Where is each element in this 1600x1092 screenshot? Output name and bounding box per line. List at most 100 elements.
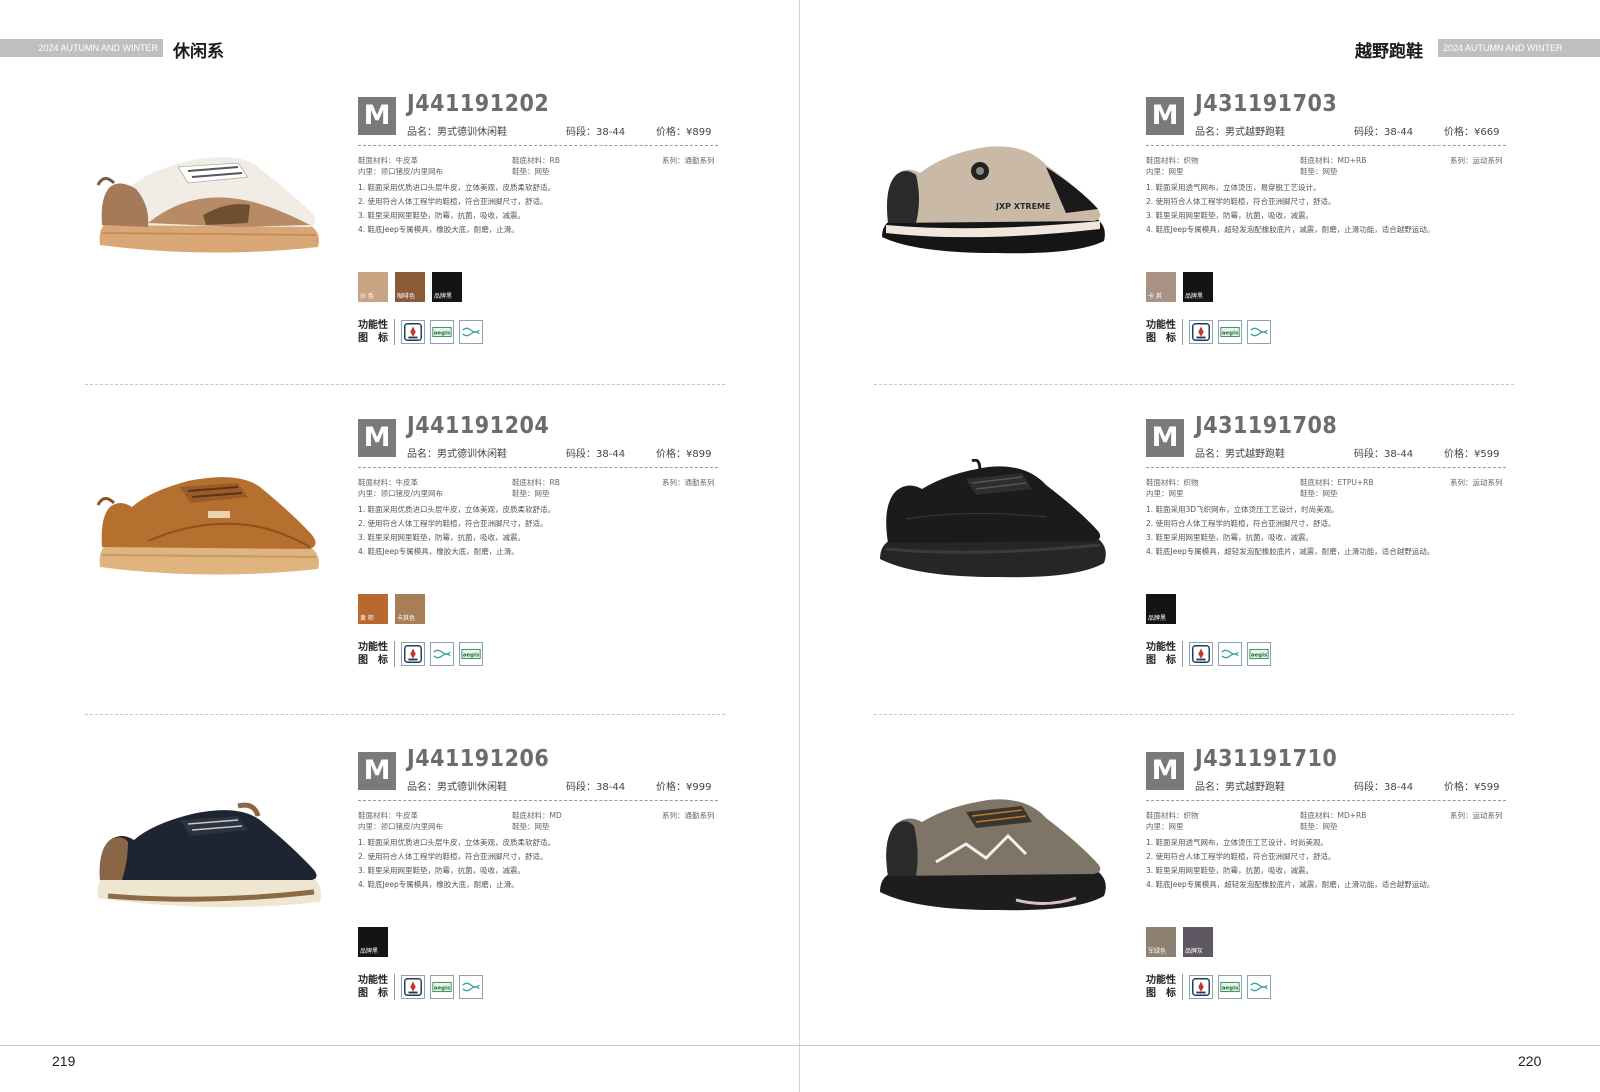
feature-list: 1. 鞋面采用优质进口头层牛皮，立体美观，皮质柔软舒适。 2. 使用符合人体工程… <box>358 503 555 559</box>
feature-item: 1. 鞋面采用优质进口头层牛皮，立体美观，皮质柔软舒适。 <box>358 183 556 192</box>
feature-item: 3. 鞋里采用网里鞋垫，防霉，抗菌，吸收，减震。 <box>1146 533 1314 542</box>
color-swatch[interactable]: 卡其色 <box>395 594 425 624</box>
color-swatch[interactable]: 咖啡色 <box>395 272 425 302</box>
aegis-icon: aegis <box>430 975 454 999</box>
spec-lining: 内里：领口猪皮/内里网布 <box>358 822 444 831</box>
page-number-right: 220 <box>1518 1053 1542 1069</box>
spec-sole: 鞋底材料：MD+RB <box>1300 156 1367 165</box>
quality-cert-icon <box>1189 642 1213 666</box>
function-label: 功能性图 标 <box>1146 642 1176 666</box>
color-label: 军绿色 <box>1148 948 1167 955</box>
product-size-range: 码段：38-44 <box>566 127 626 138</box>
aegis-icon: aegis <box>1218 975 1242 999</box>
color-label: 品牌灰 <box>1185 948 1204 955</box>
casual-sneaker-beige-white-icon <box>96 157 319 253</box>
casual-sneaker-tan-suede-icon <box>96 477 319 575</box>
product-price: 价格：¥899 <box>656 449 712 460</box>
svg-text:aegis: aegis <box>434 985 451 991</box>
feature-list: 1. 鞋面采用透气网布，立体烫压工艺设计，时尚美观。 2. 使用符合人体工程学的… <box>1146 836 1434 892</box>
product-code: J431191703 <box>1195 91 1338 117</box>
feature-item: 4. 鞋底Jeep专属模具，超轻发泡配橡胶底片，减震，耐磨，止滑功能，适合越野运… <box>1146 225 1435 234</box>
product-code: J431191708 <box>1195 413 1338 439</box>
product-size-range: 码段：38-44 <box>1354 127 1414 138</box>
spec-upper: 鞋面材料：牛皮革 <box>358 478 418 487</box>
color-swatch[interactable]: 品牌黑 <box>358 927 388 957</box>
header-season-bar-left: 2024 AUTUMN AND WINTER <box>0 39 163 57</box>
color-swatch[interactable]: 黄 棕 <box>358 594 388 624</box>
trail-runner-black-knit-icon <box>880 459 1106 578</box>
spec-series: 系列：通勤系列 <box>662 156 715 165</box>
gender-badge: M <box>1146 97 1184 135</box>
function-separator <box>394 641 395 667</box>
feature-item: 2. 使用符合人体工程学的鞋楦，符合亚洲脚尺寸，舒适。 <box>358 852 548 861</box>
color-label: 品牌黑 <box>360 948 379 955</box>
wave-icon <box>459 975 483 999</box>
color-label: 咖啡色 <box>397 293 416 300</box>
feature-item: 2. 使用符合人体工程学的鞋楦，符合亚洲脚尺寸，舒适。 <box>1146 852 1336 861</box>
trail-runner-khaki-boa-icon: JXP XTREME <box>882 146 1105 254</box>
wave-icon <box>1247 320 1271 344</box>
feature-item: 4. 鞋底Jeep专属模具，超轻发泡配橡胶底片，减震，耐磨，止滑功能，适合越野运… <box>1146 547 1435 556</box>
product-name: 品名：男式越野跑鞋 <box>1195 782 1285 793</box>
spec-sole: 鞋底材料：MD+RB <box>1300 811 1367 820</box>
function-label: 功能性图 标 <box>1146 320 1176 344</box>
color-swatch[interactable]: 品牌黑 <box>1183 272 1213 302</box>
function-separator <box>394 974 395 1000</box>
function-separator <box>1182 974 1183 1000</box>
feature-item: 2. 使用符合人体工程学的鞋楦，符合亚洲脚尺寸，舒适。 <box>1146 197 1336 206</box>
color-swatch[interactable]: 军绿色 <box>1146 927 1176 957</box>
spec-upper: 鞋面材料：织物 <box>1146 156 1199 165</box>
feature-list: 1. 鞋面采用透气网布，立体烫压，易穿脱工艺设计。 2. 使用符合人体工程学的鞋… <box>1146 181 1434 237</box>
spec-insole: 鞋垫：网垫 <box>512 167 550 176</box>
spec-lining: 内里：网里 <box>1146 167 1184 176</box>
product-price: 价格：¥669 <box>1444 127 1500 138</box>
color-swatch[interactable]: 卡 其 <box>1146 272 1176 302</box>
color-swatch[interactable]: 品牌黑 <box>1146 594 1176 624</box>
product-price: 价格：¥899 <box>656 127 712 138</box>
color-swatch[interactable]: 品牌黑 <box>432 272 462 302</box>
color-swatches: 军绿色 品牌灰 <box>1146 927 1213 957</box>
color-label: 卡 其 <box>1148 293 1162 300</box>
feature-item: 3. 鞋里采用网里鞋垫，防霉，抗菌，吸收，减震。 <box>1146 211 1314 220</box>
svg-text:aegis: aegis <box>434 330 451 336</box>
product-name: 品名：男式德训休闲鞋 <box>407 127 507 138</box>
function-label: 功能性图 标 <box>358 975 388 999</box>
gender-badge: M <box>358 419 396 457</box>
feature-item: 1. 鞋面采用优质进口头层牛皮，立体美观，皮质柔软舒适。 <box>358 505 556 514</box>
product-name: 品名：男式德训休闲鞋 <box>407 449 507 460</box>
spec-sole: 鞋底材料：MD <box>512 811 562 820</box>
function-icons-row: 功能性图 标 aegis <box>1146 319 1271 345</box>
product-price: 价格：¥599 <box>1444 449 1500 460</box>
quality-cert-icon <box>401 642 425 666</box>
header-rule <box>358 800 718 801</box>
product-price: 价格：¥599 <box>1444 782 1500 793</box>
product-size-range: 码段：38-44 <box>566 449 626 460</box>
feature-item: 3. 鞋里采用网里鞋垫，防霉，抗菌，吸收，减震。 <box>1146 866 1314 875</box>
svg-text:aegis: aegis <box>463 652 480 658</box>
trail-runner-olive-icon <box>880 799 1106 911</box>
quality-cert-icon <box>401 975 425 999</box>
wave-icon <box>459 320 483 344</box>
aegis-icon: aegis <box>1218 320 1242 344</box>
aegis-icon: aegis <box>459 642 483 666</box>
product-name: 品名：男式越野跑鞋 <box>1195 449 1285 460</box>
spec-insole: 鞋垫：网垫 <box>512 822 550 831</box>
color-swatches: 卡 其 品牌黑 <box>1146 272 1213 302</box>
gender-badge: M <box>1146 419 1184 457</box>
spec-series: 系列：通勤系列 <box>662 478 715 487</box>
quality-cert-icon <box>1189 320 1213 344</box>
series-title-left: 休闲系 <box>173 42 224 62</box>
feature-item: 1. 鞋面采用3D飞织网布，立体烫压工艺设计，时尚美观。 <box>1146 505 1339 514</box>
product-code: J441191206 <box>407 746 550 772</box>
product-code: J441191202 <box>407 91 550 117</box>
header-season-bar-right: 2024 AUTUMN AND WINTER <box>1438 39 1600 57</box>
product-price: 价格：¥999 <box>656 782 712 793</box>
svg-text:aegis: aegis <box>1222 985 1239 991</box>
color-swatch[interactable]: 沙 色 <box>358 272 388 302</box>
spec-upper: 鞋面材料：牛皮革 <box>358 811 418 820</box>
function-icons-row: 功能性图 标 aegis <box>1146 974 1271 1000</box>
spec-insole: 鞋垫：网垫 <box>1300 167 1338 176</box>
color-swatch[interactable]: 品牌灰 <box>1183 927 1213 957</box>
color-swatches: 黄 棕 卡其色 <box>358 594 425 624</box>
spec-upper: 鞋面材料：织物 <box>1146 478 1199 487</box>
